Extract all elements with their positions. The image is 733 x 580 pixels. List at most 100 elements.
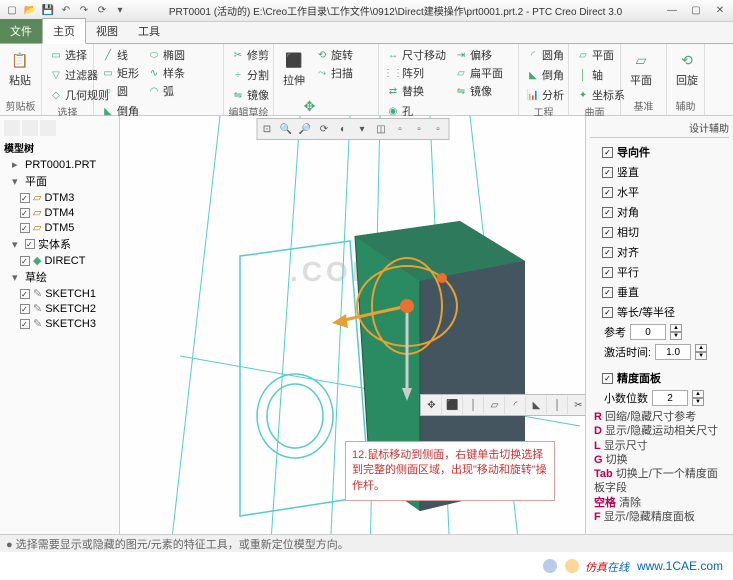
pattern-button[interactable]: ⋮⋮阵列 bbox=[383, 64, 449, 82]
analyze-button[interactable]: 📊分析 bbox=[523, 86, 567, 104]
cross-check[interactable]: ✓对齐 bbox=[590, 242, 729, 262]
zoomin-icon[interactable]: 🔍 bbox=[277, 120, 295, 138]
arc-button[interactable]: ◠弧 bbox=[144, 82, 188, 100]
replace-button[interactable]: ⇄替换 bbox=[383, 82, 449, 100]
line-button[interactable]: ╱线 bbox=[98, 46, 142, 64]
param-input[interactable] bbox=[630, 324, 666, 340]
csys-button[interactable]: ✦坐标系 bbox=[573, 86, 628, 104]
cham2-button[interactable]: ◣倒角 bbox=[523, 66, 567, 84]
circle-button[interactable]: ○圆 bbox=[98, 82, 142, 100]
datum-icon[interactable]: ▫ bbox=[410, 120, 428, 138]
maximize-icon[interactable]: ▢ bbox=[687, 4, 705, 18]
ctx-cham-icon[interactable]: ◣ bbox=[527, 396, 547, 414]
guide-check[interactable]: ✓导向件 bbox=[590, 142, 729, 162]
ctx-ext-icon[interactable]: ⬛ bbox=[443, 396, 463, 414]
vert-check[interactable]: ✓竖直 bbox=[590, 162, 729, 182]
annot-icon[interactable]: ▫ bbox=[391, 120, 409, 138]
design-aid-panel: 设计辅助 ✓导向件 ✓竖直 ✓水平 ✓对角 ✓相切 ✓对齐 ✓平行 ✓垂直 ✓等… bbox=[585, 116, 733, 556]
shade-icon[interactable]: ◐ bbox=[334, 120, 352, 138]
para-check[interactable]: ✓平行 bbox=[590, 262, 729, 282]
mirror2-button[interactable]: ⇋镜像 bbox=[451, 82, 506, 100]
close-win-icon[interactable]: ▾ bbox=[112, 3, 128, 19]
tree-btn3[interactable] bbox=[40, 120, 56, 136]
ctx-round-icon[interactable]: ◜ bbox=[506, 396, 526, 414]
regen-icon[interactable]: ⟳ bbox=[94, 3, 110, 19]
ellipse-button[interactable]: ⬭椭圆 bbox=[144, 46, 188, 64]
extrude-button[interactable]: ⬛拉伸 bbox=[278, 46, 310, 90]
refit-icon[interactable]: ⊡ bbox=[258, 120, 276, 138]
sweep-button[interactable]: ⤳扫描 bbox=[312, 64, 356, 82]
group-aux: ⟲回旋 辅助 bbox=[667, 44, 705, 115]
tree-sketch[interactable]: ▾草绘 bbox=[4, 268, 115, 286]
dec-down[interactable]: ▼ bbox=[692, 398, 704, 406]
tab-file[interactable]: 文件 bbox=[0, 19, 42, 43]
graphics-area[interactable]: .COM bbox=[120, 116, 585, 556]
group-editsketch: ✂修剪 ÷分割 ⇋镜像 编辑草绘 bbox=[224, 44, 274, 115]
minimize-icon[interactable]: — bbox=[663, 4, 681, 18]
paste-button[interactable]: 📋粘贴 bbox=[4, 46, 36, 90]
tree-s2[interactable]: ✎SKETCH2 bbox=[4, 301, 115, 316]
act-down[interactable]: ▼ bbox=[695, 352, 707, 360]
tab-tools[interactable]: 工具 bbox=[128, 19, 170, 43]
tan-check[interactable]: ✓相切 bbox=[590, 222, 729, 242]
trim-button[interactable]: ✂修剪 bbox=[228, 46, 272, 64]
angle-check[interactable]: ✓对角 bbox=[590, 202, 729, 222]
rect-button[interactable]: ▭矩形 bbox=[98, 64, 142, 82]
repaint-icon[interactable]: ⟳ bbox=[315, 120, 333, 138]
footer-deco2-icon bbox=[563, 557, 581, 575]
new-icon[interactable]: ▢ bbox=[4, 3, 20, 19]
perspective-icon[interactable]: ◫ bbox=[372, 120, 390, 138]
group-datum: ▱平面 基准 bbox=[621, 44, 667, 115]
axis-button[interactable]: │轴 bbox=[573, 66, 628, 84]
divide-button[interactable]: ÷分割 bbox=[228, 66, 272, 84]
tree-solid[interactable]: ▾实体系 bbox=[4, 235, 115, 253]
group-eng: ◜圆角 ◣倒角 📊分析 工程 bbox=[519, 44, 569, 115]
plane2-button[interactable]: ▱平面 bbox=[625, 46, 657, 90]
dimmove-button[interactable]: ↔尺寸移动 bbox=[383, 46, 449, 64]
zoomout-icon[interactable]: 🔎 bbox=[296, 120, 314, 138]
acttime-input[interactable] bbox=[655, 344, 691, 360]
ctx-move-icon[interactable]: ✥ bbox=[422, 396, 442, 414]
horiz-check[interactable]: ✓水平 bbox=[590, 182, 729, 202]
close-icon[interactable]: ✕ bbox=[711, 4, 729, 18]
ribbon-tabs: 文件 主页 视图 工具 bbox=[0, 22, 733, 44]
tree-dtm3[interactable]: ▱DTM3 bbox=[4, 190, 115, 205]
tree-root[interactable]: ▸PRT0001.PRT bbox=[4, 157, 115, 172]
offset-button[interactable]: ⇥偏移 bbox=[451, 46, 506, 64]
model-tree: 模型树 ▸PRT0001.PRT ▾平面 ▱DTM3 ▱DTM4 ▱DTM5 ▾… bbox=[0, 116, 120, 556]
axis-disp-icon[interactable]: ▫ bbox=[429, 120, 447, 138]
spline-button[interactable]: ∿样条 bbox=[144, 64, 188, 82]
plane-button[interactable]: ▱平面 bbox=[573, 46, 628, 64]
save-icon[interactable]: 💾 bbox=[40, 3, 56, 19]
tree-btn2[interactable] bbox=[22, 120, 38, 136]
param-down[interactable]: ▼ bbox=[670, 332, 682, 340]
saved-view-icon[interactable]: ▾ bbox=[353, 120, 371, 138]
mirror-button[interactable]: ⇋镜像 bbox=[228, 86, 272, 104]
tree-s3[interactable]: ✎SKETCH3 bbox=[4, 316, 115, 331]
ctx-face-icon[interactable]: ▱ bbox=[485, 396, 505, 414]
param-up[interactable]: ▲ bbox=[670, 324, 682, 332]
undo-icon[interactable]: ↶ bbox=[58, 3, 74, 19]
act-up[interactable]: ▲ bbox=[695, 344, 707, 352]
redo-icon[interactable]: ↷ bbox=[76, 3, 92, 19]
tab-view[interactable]: 视图 bbox=[86, 19, 128, 43]
revolve-button[interactable]: ⟲旋转 bbox=[312, 46, 356, 64]
round-button[interactable]: ◜圆角 bbox=[523, 46, 567, 64]
flat-button[interactable]: ▱扁平面 bbox=[451, 64, 506, 82]
tree-datum[interactable]: ▾平面 bbox=[4, 172, 115, 190]
rev2-button[interactable]: ⟲回旋 bbox=[671, 46, 703, 90]
tree-btn1[interactable] bbox=[4, 120, 20, 136]
dec-up[interactable]: ▲ bbox=[692, 390, 704, 398]
tree-direct[interactable]: ◆DIRECT bbox=[4, 253, 115, 268]
eq-check[interactable]: ✓等长/等半径 bbox=[590, 302, 729, 322]
decimal-input[interactable] bbox=[652, 390, 688, 406]
ctx-cut-icon[interactable]: ✂ bbox=[569, 396, 585, 414]
open-icon[interactable]: 📂 bbox=[22, 3, 38, 19]
tree-dtm4[interactable]: ▱DTM4 bbox=[4, 205, 115, 220]
tree-s1[interactable]: ✎SKETCH1 bbox=[4, 286, 115, 301]
precision-check[interactable]: ✓精度面板 bbox=[590, 368, 729, 388]
group-select: ▭选择 ▽过滤器 ◇几何规则 选择 bbox=[42, 44, 94, 115]
perp-check[interactable]: ✓垂直 bbox=[590, 282, 729, 302]
tab-home[interactable]: 主页 bbox=[42, 18, 86, 44]
tree-dtm5[interactable]: ▱DTM5 bbox=[4, 220, 115, 235]
